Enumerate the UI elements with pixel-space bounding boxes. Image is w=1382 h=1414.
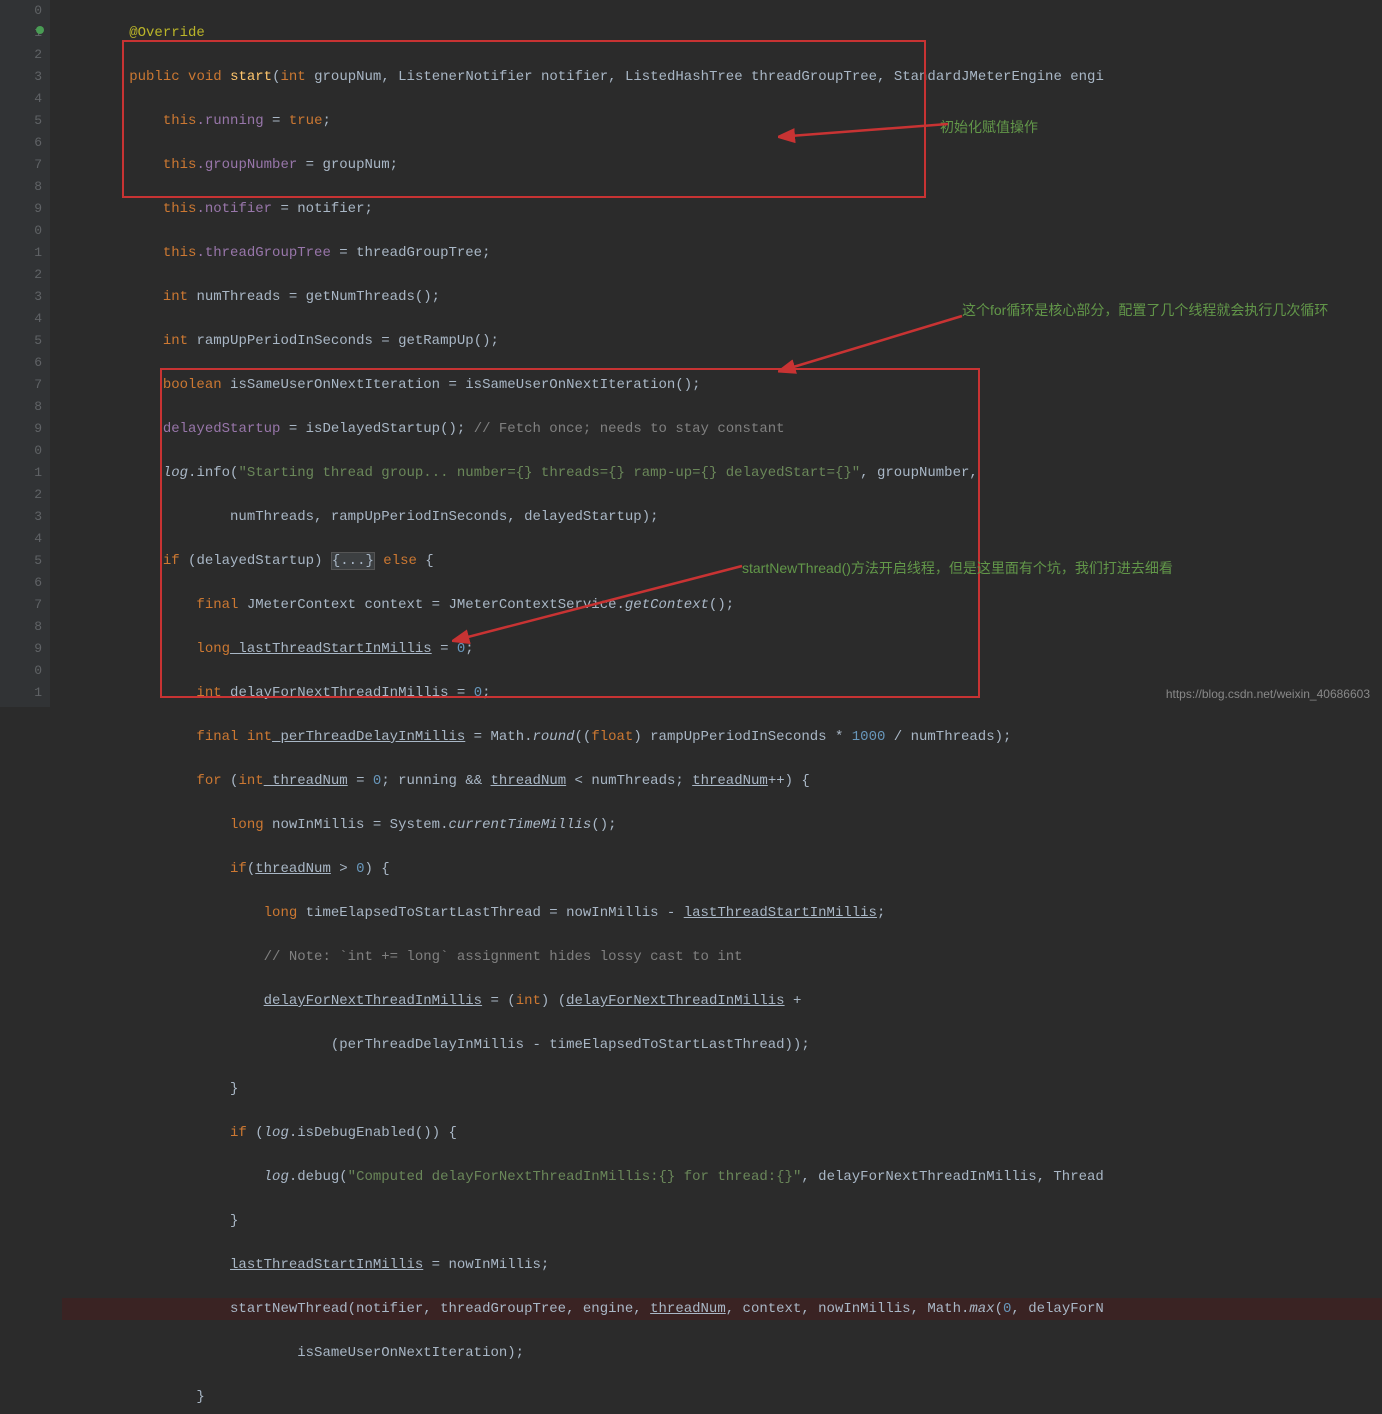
- line-number: 2: [0, 484, 42, 506]
- line-number: 7: [0, 594, 42, 616]
- code-line[interactable]: numThreads, rampUpPeriodInSeconds, delay…: [62, 506, 1382, 528]
- annotation-text-3: startNewThread()方法开启线程，但是这里面有个坑，我们打进去细看: [742, 558, 1382, 579]
- code-line[interactable]: for (int threadNum = 0; running && threa…: [62, 770, 1382, 792]
- line-number: 0: [0, 660, 42, 682]
- line-number: 3: [0, 506, 42, 528]
- line-number: 4: [0, 528, 42, 550]
- run-marker-icon[interactable]: [36, 26, 44, 34]
- code-line[interactable]: final JMeterContext context = JMeterCont…: [62, 594, 1382, 616]
- line-number: 1: [0, 462, 42, 484]
- code-line[interactable]: }: [62, 1210, 1382, 1232]
- code-line[interactable]: long timeElapsedToStartLastThread = nowI…: [62, 902, 1382, 924]
- line-number: 6: [0, 352, 42, 374]
- code-line[interactable]: if(threadNum > 0) {: [62, 858, 1382, 880]
- line-number: 1: [0, 22, 42, 44]
- line-number: 0: [0, 0, 42, 22]
- code-line[interactable]: delayForNextThreadInMillis = (int) (dela…: [62, 990, 1382, 1012]
- code-fold[interactable]: {...}: [331, 552, 375, 570]
- line-number: 5: [0, 110, 42, 132]
- code-line[interactable]: if (log.isDebugEnabled()) {: [62, 1122, 1382, 1144]
- line-number: 2: [0, 44, 42, 66]
- code-line[interactable]: @Override: [62, 22, 1382, 44]
- code-line[interactable]: }: [62, 1386, 1382, 1408]
- code-line[interactable]: boolean isSameUserOnNextIteration = isSa…: [62, 374, 1382, 396]
- watermark: https://blog.csdn.net/weixin_40686603: [1166, 687, 1370, 701]
- line-number: 3: [0, 286, 42, 308]
- line-number: 9: [0, 198, 42, 220]
- code-line[interactable]: isSameUserOnNextIteration);: [62, 1342, 1382, 1364]
- line-number: 5: [0, 330, 42, 352]
- line-number: 9: [0, 638, 42, 660]
- code-content[interactable]: @Override public void start(int groupNum…: [50, 0, 1382, 707]
- line-number: 4: [0, 308, 42, 330]
- line-number: 6: [0, 132, 42, 154]
- line-number: 8: [0, 396, 42, 418]
- code-line[interactable]: this.groupNumber = groupNum;: [62, 154, 1382, 176]
- line-number: 7: [0, 154, 42, 176]
- line-number-gutter: 0 1 2 3 4 5 6 7 8 9 0 1 2 3 4 5 6 7 8 9 …: [0, 0, 50, 707]
- line-number: 8: [0, 616, 42, 638]
- line-number: 8: [0, 176, 42, 198]
- code-line-breakpoint[interactable]: startNewThread(notifier, threadGroupTree…: [62, 1298, 1382, 1320]
- code-line[interactable]: final int perThreadDelayInMillis = Math.…: [62, 726, 1382, 748]
- line-number: 1: [0, 242, 42, 264]
- line-number: 9: [0, 418, 42, 440]
- code-line[interactable]: this.running = true;: [62, 110, 1382, 132]
- line-number: 4: [0, 88, 42, 110]
- line-number: 6: [0, 572, 42, 594]
- code-editor[interactable]: 0 1 2 3 4 5 6 7 8 9 0 1 2 3 4 5 6 7 8 9 …: [0, 0, 1382, 707]
- line-number: 7: [0, 374, 42, 396]
- code-line[interactable]: long nowInMillis = System.currentTimeMil…: [62, 814, 1382, 836]
- code-line[interactable]: log.debug("Computed delayForNextThreadIn…: [62, 1166, 1382, 1188]
- code-line[interactable]: log.info("Starting thread group... numbe…: [62, 462, 1382, 484]
- code-line[interactable]: public void start(int groupNum, Listener…: [62, 66, 1382, 88]
- code-line[interactable]: this.threadGroupTree = threadGroupTree;: [62, 242, 1382, 264]
- code-line[interactable]: // Note: `int += long` assignment hides …: [62, 946, 1382, 968]
- code-line[interactable]: long lastThreadStartInMillis = 0;: [62, 638, 1382, 660]
- code-line[interactable]: this.notifier = notifier;: [62, 198, 1382, 220]
- line-number: 0: [0, 220, 42, 242]
- code-line[interactable]: int rampUpPeriodInSeconds = getRampUp();: [62, 330, 1382, 352]
- line-number: 0: [0, 440, 42, 462]
- line-number: 2: [0, 264, 42, 286]
- line-number: 5: [0, 550, 42, 572]
- annotation-text-2: 这个for循环是核心部分，配置了几个线程就会执行几次循环: [962, 300, 1382, 321]
- code-line[interactable]: }: [62, 1078, 1382, 1100]
- line-number: 1: [0, 682, 42, 704]
- code-line[interactable]: delayedStartup = isDelayedStartup(); // …: [62, 418, 1382, 440]
- code-line[interactable]: lastThreadStartInMillis = nowInMillis;: [62, 1254, 1382, 1276]
- code-line[interactable]: (perThreadDelayInMillis - timeElapsedToS…: [62, 1034, 1382, 1056]
- annotation-text-1: 初始化赋值操作: [940, 116, 1038, 138]
- line-number: 3: [0, 66, 42, 88]
- annotation: @Override: [129, 25, 205, 41]
